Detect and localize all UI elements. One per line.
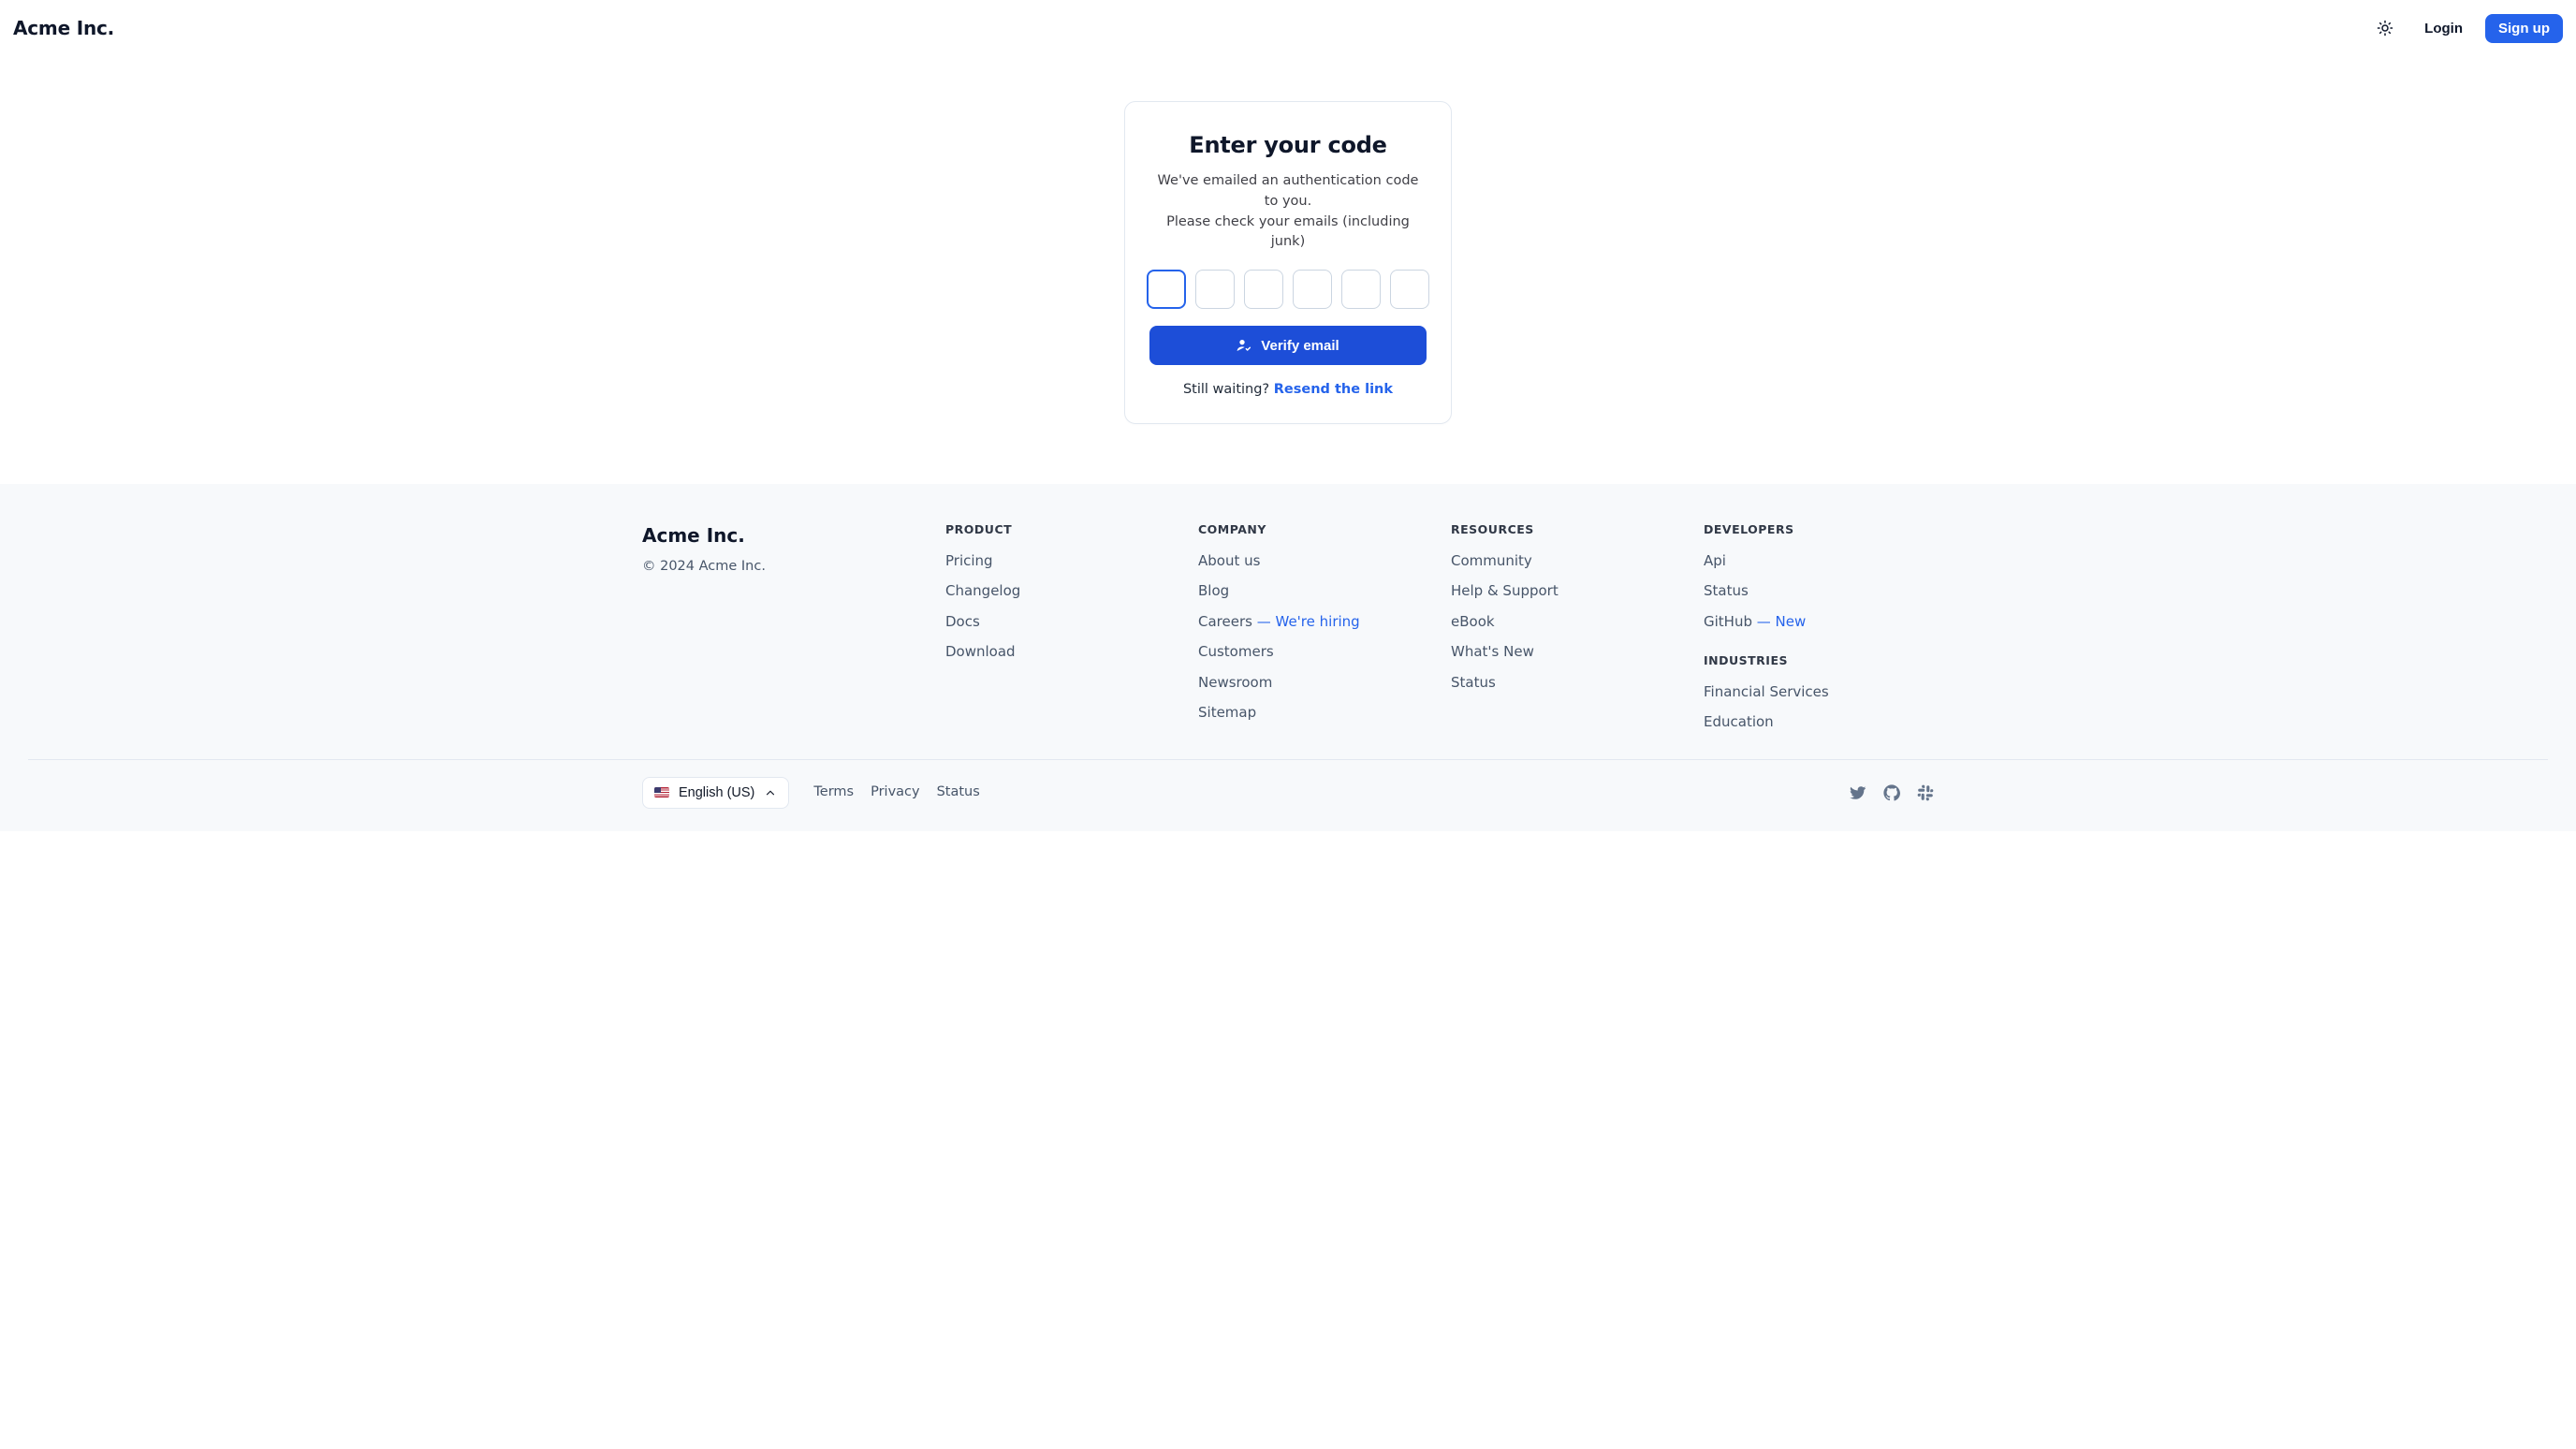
footer-link-github-label: GitHub [1704,613,1752,630]
footer-heading-product: PRODUCT [945,521,1176,539]
footer-link-education[interactable]: Education [1704,713,1774,730]
footer: Acme Inc. © 2024 Acme Inc. PRODUCT Prici… [0,484,2576,831]
language-selector[interactable]: English (US) [642,777,789,809]
otp-input-6[interactable] [1390,270,1429,309]
user-check-icon [1237,338,1251,353]
footer-col-resources: RESOURCES Community Help & Support eBook… [1451,521,1681,733]
footer-link-sitemap[interactable]: Sitemap [1198,704,1256,721]
sun-icon [2377,20,2393,37]
footer-col-dev-ind: DEVELOPERS Api Status GitHub — New INDUS… [1704,521,1934,733]
twitter-link[interactable] [1850,784,1866,801]
legal-links: Terms Privacy Status [813,783,979,803]
resend-prefix: Still waiting? [1183,382,1274,397]
verify-card: Enter your code We've emailed an authent… [1124,101,1452,424]
footer-heading-resources: RESOURCES [1451,521,1681,539]
card-title: Enter your code [1149,128,1427,162]
verify-email-label: Verify email [1261,338,1339,354]
otp-input-1[interactable] [1147,270,1186,309]
footer-link-community[interactable]: Community [1451,552,1532,569]
signup-button[interactable]: Sign up [2485,14,2563,43]
footer-link-devstatus[interactable]: Status [1704,582,1749,599]
resend-link[interactable]: Resend the link [1274,382,1393,397]
footer-link-careers[interactable]: Careers — We're hiring [1198,613,1360,630]
github-link[interactable] [1883,784,1900,801]
footer-link-newsroom[interactable]: Newsroom [1198,674,1272,691]
slack-icon [1917,784,1934,801]
twitter-icon [1850,784,1866,801]
footer-link-github[interactable]: GitHub — New [1704,613,1806,630]
footer-heading-developers: DEVELOPERS [1704,521,1934,539]
footer-link-ebook[interactable]: eBook [1451,613,1495,630]
card-subtitle-line-2: Please check your emails (including junk… [1166,214,1410,250]
otp-group [1149,270,1427,309]
footer-badge-new: — New [1757,613,1807,630]
footer-link-customers[interactable]: Customers [1198,643,1274,660]
main: Enter your code We've emailed an authent… [0,56,2576,484]
footer-heading-company: COMPANY [1198,521,1428,539]
footer-brand-block: Acme Inc. © 2024 Acme Inc. [642,521,923,733]
theme-toggle[interactable] [2368,11,2402,45]
otp-input-4[interactable] [1293,270,1332,309]
login-button[interactable]: Login [2415,14,2472,43]
brand-logo[interactable]: Acme Inc. [13,14,114,42]
chevron-up-icon [764,786,777,799]
footer-col-product: PRODUCT Pricing Changelog Docs Download [945,521,1176,733]
flag-us-icon [654,787,669,798]
footer-link-whatsnew[interactable]: What's New [1451,643,1534,660]
footer-link-blog[interactable]: Blog [1198,582,1229,599]
verify-email-button[interactable]: Verify email [1149,326,1427,365]
footer-badge-hiring: — We're hiring [1257,613,1360,630]
social-links [1850,784,1934,801]
footer-link-financial[interactable]: Financial Services [1704,683,1829,700]
card-subtitle: We've emailed an authentication code to … [1149,171,1427,253]
slack-link[interactable] [1917,784,1934,801]
footer-link-docs[interactable]: Docs [945,613,980,630]
github-icon [1883,784,1900,801]
footer-link-status[interactable]: Status [1451,674,1496,691]
header-actions: Login Sign up [2368,11,2563,45]
otp-input-3[interactable] [1244,270,1283,309]
language-label: English (US) [679,785,754,800]
footer-link-download[interactable]: Download [945,643,1016,660]
footer-copyright: © 2024 Acme Inc. [642,557,923,578]
otp-input-5[interactable] [1341,270,1381,309]
card-subtitle-line-1: We've emailed an authentication code to … [1158,173,1419,209]
footer-link-pricing[interactable]: Pricing [945,552,993,569]
footer-bottom-status[interactable]: Status [937,783,980,803]
footer-heading-industries: INDUSTRIES [1704,652,1934,670]
otp-input-2[interactable] [1195,270,1235,309]
header: Acme Inc. Login Sign up [0,0,2576,56]
footer-bottom-terms[interactable]: Terms [813,783,854,803]
footer-link-changelog[interactable]: Changelog [945,582,1020,599]
footer-link-api[interactable]: Api [1704,552,1726,569]
footer-col-company: COMPANY About us Blog Careers — We're hi… [1198,521,1428,733]
footer-link-careers-label: Careers [1198,613,1252,630]
footer-link-help[interactable]: Help & Support [1451,582,1559,599]
footer-link-about[interactable]: About us [1198,552,1260,569]
resend-row: Still waiting? Resend the link [1149,380,1427,401]
footer-bottom-privacy[interactable]: Privacy [871,783,920,803]
footer-brand: Acme Inc. [642,521,923,549]
